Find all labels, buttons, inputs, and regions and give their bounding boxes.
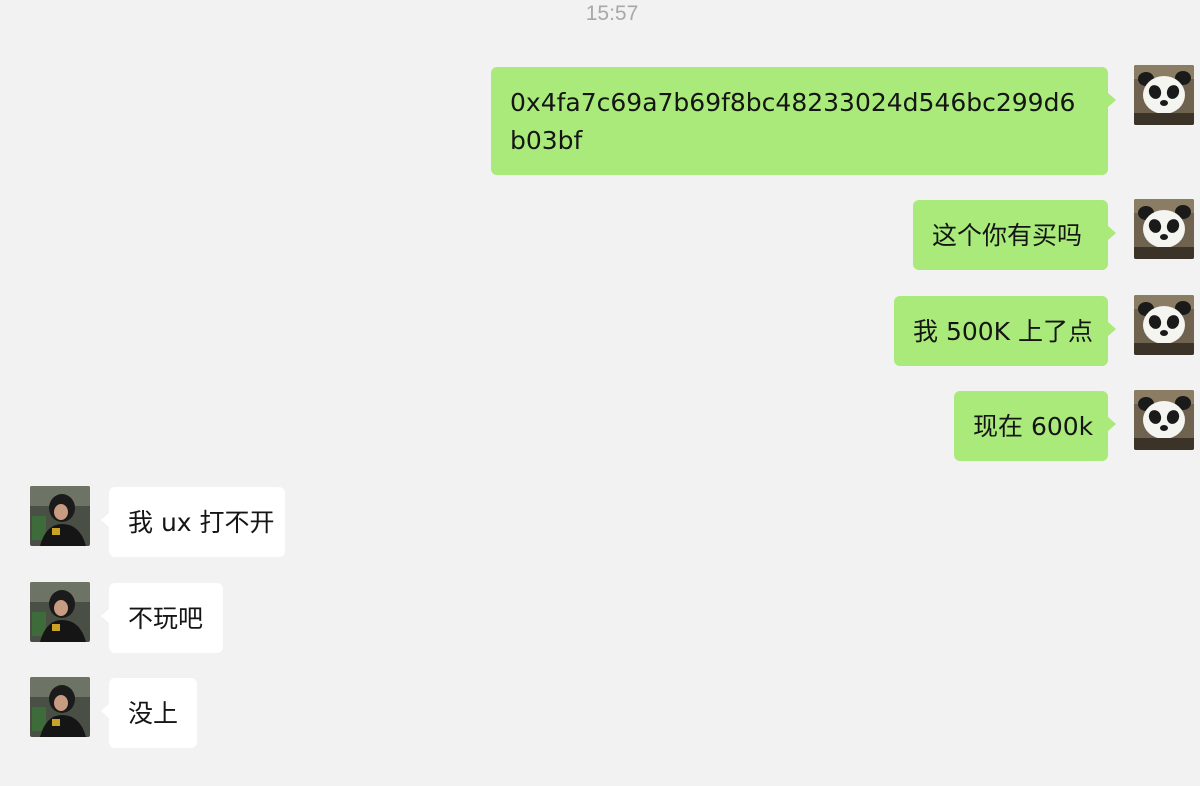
chat-message-received[interactable]: 不玩吧: [101, 583, 223, 653]
chat-message-received[interactable]: 我 ux 打不开: [101, 487, 285, 557]
chat-message-received[interactable]: 没上: [101, 678, 197, 748]
panda-avatar-icon[interactable]: [1134, 199, 1194, 259]
chat-message-sent[interactable]: 我 500K 上了点: [894, 296, 1116, 366]
chat-message-sent[interactable]: 现在 600k: [954, 391, 1116, 461]
panda-avatar-icon[interactable]: [1134, 295, 1194, 355]
message-timestamp: 15:57: [585, 2, 639, 25]
person-avatar-icon[interactable]: [30, 582, 90, 642]
person-avatar-icon[interactable]: [30, 677, 90, 737]
chat-message-sent[interactable]: 0x4fa7c69a7b69f8bc48233024d546bc299d6b03…: [491, 67, 1116, 175]
chat-message-sent[interactable]: 这个你有买吗: [913, 200, 1116, 270]
person-avatar-icon[interactable]: [30, 486, 90, 546]
panda-avatar-icon[interactable]: [1134, 65, 1194, 125]
panda-avatar-icon[interactable]: [1134, 390, 1194, 450]
